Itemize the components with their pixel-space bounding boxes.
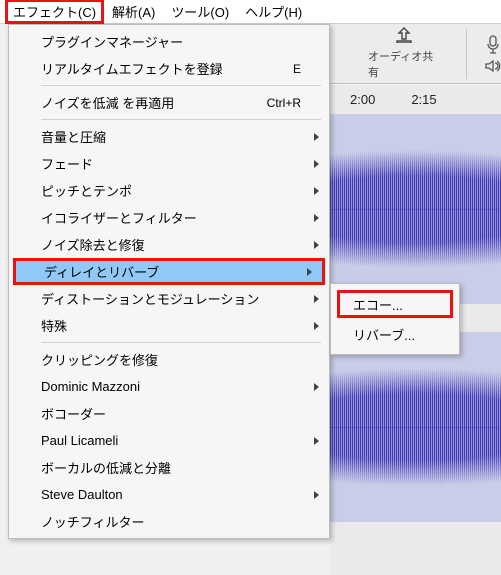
menu-effect[interactable]: エフェクト(C) <box>5 0 104 24</box>
submenu-arrow-icon <box>314 187 319 195</box>
menu-item-pitch-tempo[interactable]: ピッチとテンポ <box>9 177 329 204</box>
menu-separator <box>41 342 321 343</box>
time-tick: 2:15 <box>411 92 436 107</box>
time-tick: 2:00 <box>350 92 375 107</box>
menu-item-clipping-restore[interactable]: クリッピングを修復 <box>9 346 329 373</box>
menu-item-label: 特殊 <box>41 316 301 335</box>
menu-item-label: ノイズ除去と修復 <box>41 235 301 254</box>
submenu-item-echo[interactable]: エコー... <box>337 290 453 318</box>
submenu-arrow-icon <box>314 322 319 330</box>
menu-item-label: ボコーダー <box>41 404 301 423</box>
menu-item-label: プラグインマネージャー <box>41 32 301 51</box>
menu-item-label: 音量と圧縮 <box>41 127 301 146</box>
menu-item-label: Paul Licameli <box>41 433 301 448</box>
menu-item-label: ボーカルの低減と分離 <box>41 458 301 477</box>
submenu-arrow-icon <box>314 437 319 445</box>
menu-item-plugin-manager[interactable]: プラグインマネージャー <box>9 28 329 55</box>
menu-item-special[interactable]: 特殊 <box>9 312 329 339</box>
audio-track[interactable] <box>330 332 501 522</box>
mic-controls[interactable] <box>485 35 501 73</box>
menu-item-label: フェード <box>41 154 301 173</box>
menu-item-distortion-mod[interactable]: ディストーションとモジュレーション <box>9 285 329 312</box>
menu-separator <box>41 85 321 86</box>
menu-item-fade[interactable]: フェード <box>9 150 329 177</box>
menu-item-label: イコライザーとフィルター <box>41 208 301 227</box>
menu-item-label: ディストーションとモジュレーション <box>41 289 301 308</box>
divider <box>466 29 467 79</box>
menu-item-notch[interactable]: ノッチフィルター <box>9 508 329 535</box>
menu-item-vocoder[interactable]: ボコーダー <box>9 400 329 427</box>
share-label: オーディオ共有 <box>368 48 440 80</box>
menu-item-label: リアルタイムエフェクトを登録 <box>41 59 293 78</box>
menu-item-eq-filter[interactable]: イコライザーとフィルター <box>9 204 329 231</box>
mic-icon <box>485 35 501 55</box>
menu-item-reapply-denoise[interactable]: ノイズを低減 を再適用 Ctrl+R <box>9 89 329 116</box>
menu-tools[interactable]: ツール(O) <box>163 0 237 23</box>
share-icon <box>395 27 413 46</box>
submenu-arrow-icon <box>314 214 319 222</box>
toolbar-area: オーディオ共有 2:00 2:15 <box>330 24 501 114</box>
menu-item-register-realtime[interactable]: リアルタイムエフェクトを登録 E <box>9 55 329 82</box>
menu-item-denoise-restore[interactable]: ノイズ除去と修復 <box>9 231 329 258</box>
menu-item-label: ピッチとテンポ <box>41 181 301 200</box>
menu-item-label: クリッピングを修復 <box>41 350 301 369</box>
submenu-arrow-icon <box>314 491 319 499</box>
submenu-arrow-icon <box>314 160 319 168</box>
menu-item-paul[interactable]: Paul Licameli <box>9 427 329 454</box>
audio-track[interactable] <box>330 114 501 304</box>
submenu-item-reverb[interactable]: リバーブ... <box>337 320 453 348</box>
timeline-ruler[interactable]: 2:00 2:15 <box>330 84 501 114</box>
menu-item-accel: E <box>293 62 301 76</box>
menu-item-volume-compress[interactable]: 音量と圧縮 <box>9 123 329 150</box>
menu-help[interactable]: ヘルプ(H) <box>237 0 310 23</box>
submenu-arrow-icon <box>314 241 319 249</box>
menu-analyze[interactable]: 解析(A) <box>104 0 163 23</box>
submenu-arrow-icon <box>314 295 319 303</box>
menubar: エフェクト(C) 解析(A) ツール(O) ヘルプ(H) <box>0 0 501 24</box>
menu-item-dominic[interactable]: Dominic Mazzoni <box>9 373 329 400</box>
menu-item-label: Dominic Mazzoni <box>41 379 301 394</box>
menu-item-accel: Ctrl+R <box>267 96 301 110</box>
effect-menu-dropdown: プラグインマネージャー リアルタイムエフェクトを登録 E ノイズを低減 を再適用… <box>8 24 330 539</box>
menu-item-delay-reverb[interactable]: ディレイとリバーブ <box>13 258 325 285</box>
menu-separator <box>41 119 321 120</box>
menu-item-label: ノッチフィルター <box>41 512 301 531</box>
submenu-arrow-icon <box>314 383 319 391</box>
delay-reverb-submenu: エコー... リバーブ... <box>330 283 460 355</box>
menu-item-vocal-reduce[interactable]: ボーカルの低減と分離 <box>9 454 329 481</box>
submenu-arrow-icon <box>307 268 312 276</box>
speaker-icon <box>485 59 501 73</box>
menu-item-label: ノイズを低減 を再適用 <box>41 93 267 112</box>
menu-item-label: Steve Daulton <box>41 487 301 502</box>
submenu-arrow-icon <box>314 133 319 141</box>
menu-item-label: ディレイとリバーブ <box>44 262 298 281</box>
menu-item-steve[interactable]: Steve Daulton <box>9 481 329 508</box>
audio-share-button[interactable]: オーディオ共有 <box>360 23 448 84</box>
